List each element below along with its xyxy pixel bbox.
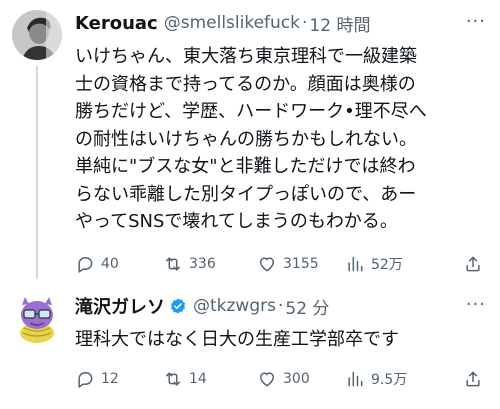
thread-line [36,66,38,279]
display-name[interactable]: 滝沢ガレソ [75,293,165,319]
share-button[interactable] [463,369,483,389]
tweet-header: 滝沢ガレソ @tkzwgrs · 52 分 [75,292,329,320]
tweet-text-line: の耐性はいけちゃんの勝ちかもしれない。 [75,128,417,150]
reply-button[interactable]: 40 [75,254,119,274]
retweet-count: 336 [189,256,216,272]
share-button[interactable] [463,254,483,274]
views-count: 9.5万 [371,372,408,388]
verified-badge-icon [170,298,186,314]
avatar[interactable] [12,10,62,60]
tweet-body: 滝沢ガレソ @tkzwgrs · 52 分 ··· 理科大ではなく日大の生産工学… [75,292,488,402]
reply-count: 12 [101,371,119,387]
display-name[interactable]: Kerouac [75,13,158,34]
views-icon [348,371,363,387]
separator-dot: · [302,13,308,33]
tweet-text-line: 単純に"ブスな女"と非難しただけでは終わ [75,156,416,177]
tweet-text-line: 勝ちだけど、学歴、ハードワーク•理不尽へ [75,101,427,122]
like-count: 300 [283,371,310,387]
user-handle[interactable]: @tkzwgrs [193,296,276,316]
like-icon [260,257,274,272]
tweet-text-line: やってSNSで壊れてしまうのもわかる。 [75,211,398,232]
action-bar: 40 336 3155 52万 [75,252,488,276]
tweet-text: いけちゃん、東大落ち東京理科で一級建築 士の資格まで持ってるのか。顔面は奥様の … [75,43,495,236]
retweet-icon [166,257,180,271]
share-icon [466,371,480,387]
tweet-text: 理科大ではなく日大の生産工学部卒です [75,326,495,354]
like-icon [260,372,274,387]
tweet-text-line: 士の資格まで持ってるのか。顔面は奥様の [75,73,416,95]
tweet-2[interactable]: 滝沢ガレソ @tkzwgrs · 52 分 ··· 理科大ではなく日大の生産工学… [0,283,500,409]
action-bar: 12 14 300 9.5万 [75,367,488,391]
reply-icon [78,257,93,273]
separator-dot: · [277,296,284,316]
reply-count: 40 [101,256,119,272]
views-button[interactable]: 52万 [345,254,403,274]
views-count: 52万 [371,257,403,273]
user-handle[interactable]: @smellslikefuck [164,13,300,33]
more-icon[interactable]: ··· [466,294,486,315]
avatar[interactable] [12,293,62,343]
like-count: 3155 [283,256,319,272]
retweet-button[interactable]: 14 [163,369,207,389]
tweet-text-line: いけちゃん、東大落ち東京理科で一級建築 [75,46,417,67]
share-icon [466,256,480,272]
timestamp[interactable]: 52 分 [285,294,329,319]
views-button[interactable]: 9.5万 [345,369,407,389]
retweet-icon [166,372,180,386]
views-icon [348,256,363,272]
like-button[interactable]: 3155 [257,254,319,274]
tweet-header: Kerouac @smellslikefuck · 12 時間 [75,9,370,37]
more-icon[interactable]: ··· [466,11,486,32]
tweet-text-line: 理科大ではなく日大の生産工学部卒です [75,329,399,350]
tweet-body: Kerouac @smellslikefuck · 12 時間 ··· いけちゃ… [75,9,488,281]
reply-button[interactable]: 12 [75,369,119,389]
timestamp[interactable]: 12 時間 [309,11,370,36]
tweet-1[interactable]: Kerouac @smellslikefuck · 12 時間 ··· いけちゃ… [0,0,500,283]
like-button[interactable]: 300 [257,369,310,389]
retweet-count: 14 [189,371,207,387]
retweet-button[interactable]: 336 [163,254,216,274]
reply-icon [78,372,93,388]
tweet-text-line: らない乖離した別タイプっぽいので、あー [75,183,417,205]
